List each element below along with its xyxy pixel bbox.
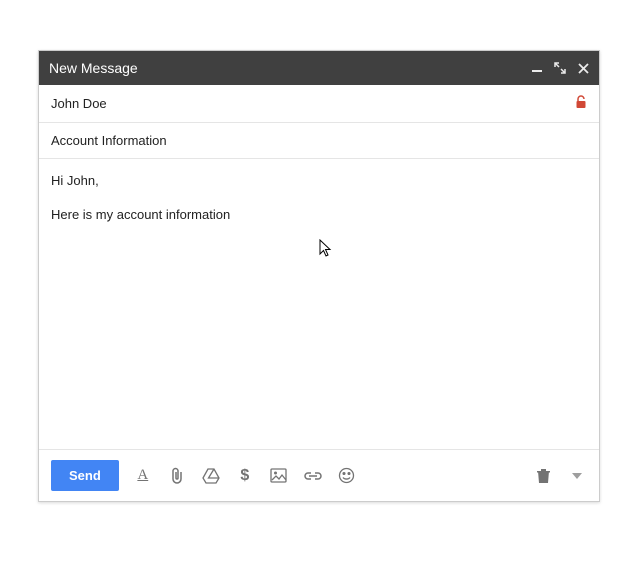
window-controls bbox=[532, 62, 589, 74]
attach-file-icon[interactable] bbox=[167, 466, 187, 486]
formatting-icon[interactable]: A bbox=[133, 466, 153, 486]
insert-link-icon[interactable] bbox=[303, 466, 323, 486]
compose-header: New Message bbox=[39, 51, 599, 85]
recipients-field[interactable]: John Doe bbox=[39, 85, 599, 123]
subject-field[interactable]: Account Information bbox=[39, 123, 599, 159]
cursor-pointer-icon bbox=[319, 239, 335, 265]
confidential-lock-icon[interactable] bbox=[575, 95, 587, 112]
recipient-name: John Doe bbox=[51, 96, 575, 111]
subject-text: Account Information bbox=[51, 133, 167, 148]
insert-drive-icon[interactable] bbox=[201, 466, 221, 486]
body-line-2: Here is my account information bbox=[51, 205, 587, 225]
minimize-icon[interactable] bbox=[532, 63, 542, 73]
discard-draft-icon[interactable] bbox=[533, 466, 553, 486]
more-options-icon[interactable] bbox=[567, 466, 587, 486]
send-button[interactable]: Send bbox=[51, 460, 119, 491]
message-body[interactable]: Hi John, Here is my account information bbox=[39, 159, 599, 449]
close-icon[interactable] bbox=[578, 63, 589, 74]
window-title: New Message bbox=[49, 60, 532, 76]
expand-icon[interactable] bbox=[554, 62, 566, 74]
insert-emoji-icon[interactable] bbox=[337, 466, 357, 486]
insert-photo-icon[interactable] bbox=[269, 466, 289, 486]
body-line-1: Hi John, bbox=[51, 171, 587, 191]
insert-money-icon[interactable]: $ bbox=[235, 466, 255, 486]
compose-toolbar: Send A $ bbox=[39, 449, 599, 501]
compose-window: New Message John Doe bbox=[38, 50, 600, 502]
